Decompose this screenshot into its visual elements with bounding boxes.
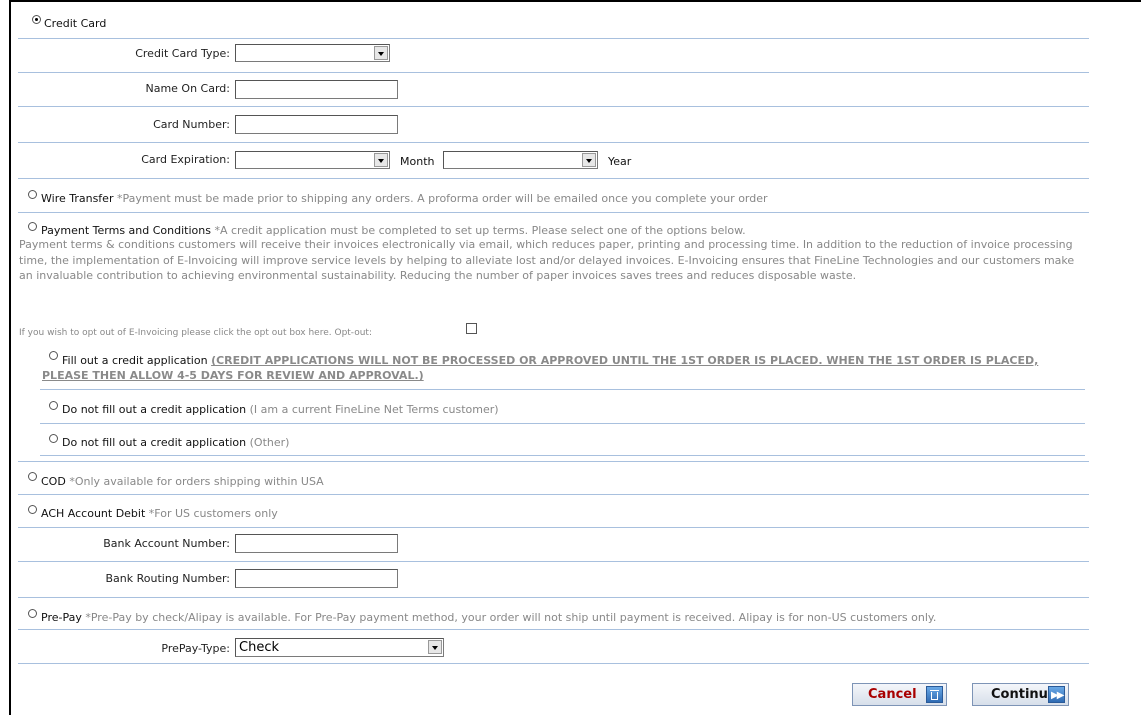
opt-out-text: If you wish to opt out of E-Invoicing pl… (19, 328, 372, 338)
chevron-down-icon (582, 153, 596, 167)
fill-credit-application-option: Fill out a credit application (CREDIT AP… (42, 353, 1042, 383)
card-number-label: Card Number: (153, 118, 230, 131)
prepay-label: Pre-Pay *Pre-Pay by check/Alipay is avai… (41, 611, 936, 624)
cancel-button-label: Cancel (868, 687, 917, 702)
other-option-radio[interactable] (49, 434, 58, 443)
prepay-title: Pre-Pay (41, 611, 82, 624)
cod-label: COD *Only available for orders shipping … (41, 475, 324, 488)
prepay-type-select[interactable]: Check (235, 638, 444, 657)
divider (40, 423, 1085, 424)
divider (18, 38, 1089, 39)
payment-terms-title: Payment Terms and Conditions (41, 224, 211, 237)
continue-button[interactable]: Continue ▶▶ (972, 683, 1069, 706)
name-on-card-label: Name On Card: (145, 82, 230, 95)
payment-terms-label: Payment Terms and Conditions *A credit a… (41, 224, 746, 237)
wire-transfer-label: Wire Transfer *Payment must be made prio… (41, 192, 768, 205)
divider (40, 389, 1085, 390)
divider (18, 663, 1089, 664)
divider (18, 212, 1089, 213)
payment-terms-note: *A credit application must be completed … (214, 224, 746, 237)
divider (18, 72, 1089, 73)
wire-transfer-title: Wire Transfer (41, 192, 114, 205)
chevron-down-icon (374, 46, 388, 60)
current-customer-label: Do not fill out a credit application (I … (62, 403, 499, 416)
opt-out-checkbox[interactable] (466, 323, 477, 334)
ach-label: ACH Account Debit *For US customers only (41, 507, 278, 520)
other-option-title: Do not fill out a credit application (62, 436, 247, 449)
chevron-down-icon (428, 640, 442, 654)
divider (18, 461, 1089, 462)
divider (18, 561, 1089, 562)
ach-title: ACH Account Debit (41, 507, 146, 520)
current-customer-radio[interactable] (49, 401, 58, 410)
other-option-label: Do not fill out a credit application (Ot… (62, 436, 289, 449)
card-expiration-label: Card Expiration: (141, 153, 230, 166)
e-invoicing-description: Payment terms & conditions customers wil… (19, 238, 1075, 282)
divider (18, 178, 1089, 179)
credit-card-type-select[interactable] (235, 44, 390, 62)
cod-radio[interactable] (28, 472, 37, 481)
card-number-input[interactable] (235, 115, 398, 134)
continue-button-label: Continue (991, 687, 1057, 702)
divider (18, 527, 1089, 528)
ach-radio[interactable] (28, 505, 37, 514)
bank-account-label: Bank Account Number: (103, 537, 230, 550)
credit-card-type-label: Credit Card Type: (135, 47, 230, 60)
divider (18, 142, 1089, 143)
current-customer-title: Do not fill out a credit application (62, 403, 247, 416)
prepay-type-label: PrePay-Type: (161, 642, 230, 655)
bank-account-input[interactable] (235, 534, 398, 553)
fill-credit-application-label: Fill out a credit application (62, 354, 208, 367)
expiration-year-select[interactable] (443, 151, 598, 169)
cod-title: COD (41, 475, 66, 488)
payment-terms-radio[interactable] (28, 222, 37, 231)
credit-card-radio[interactable] (32, 15, 41, 24)
bank-routing-input[interactable] (235, 569, 398, 588)
ach-note: *For US customers only (148, 507, 278, 520)
chevron-down-icon (374, 153, 388, 167)
current-customer-note: (I am a current FineLine Net Terms custo… (249, 403, 499, 416)
cancel-button[interactable]: Cancel (852, 683, 947, 706)
expiration-month-select[interactable] (235, 151, 390, 169)
other-option-note: (Other) (249, 436, 290, 449)
credit-card-label: Credit Card (44, 17, 107, 30)
fast-forward-icon: ▶▶ (1048, 686, 1065, 703)
month-label: Month (400, 155, 435, 168)
divider (18, 494, 1089, 495)
cod-note: *Only available for orders shipping with… (69, 475, 324, 488)
prepay-type-value: Check (239, 640, 279, 655)
prepay-radio[interactable] (28, 609, 37, 618)
trash-icon (926, 686, 943, 703)
bank-routing-label: Bank Routing Number: (105, 572, 231, 585)
wire-transfer-note: *Payment must be made prior to shipping … (116, 192, 768, 205)
divider (18, 629, 1089, 630)
divider (18, 597, 1089, 598)
name-on-card-input[interactable] (235, 80, 398, 99)
prepay-note: *Pre-Pay by check/Alipay is available. F… (85, 611, 937, 624)
divider (18, 106, 1089, 107)
year-label: Year (608, 155, 632, 168)
divider (40, 455, 1085, 456)
wire-transfer-radio[interactable] (28, 190, 37, 199)
